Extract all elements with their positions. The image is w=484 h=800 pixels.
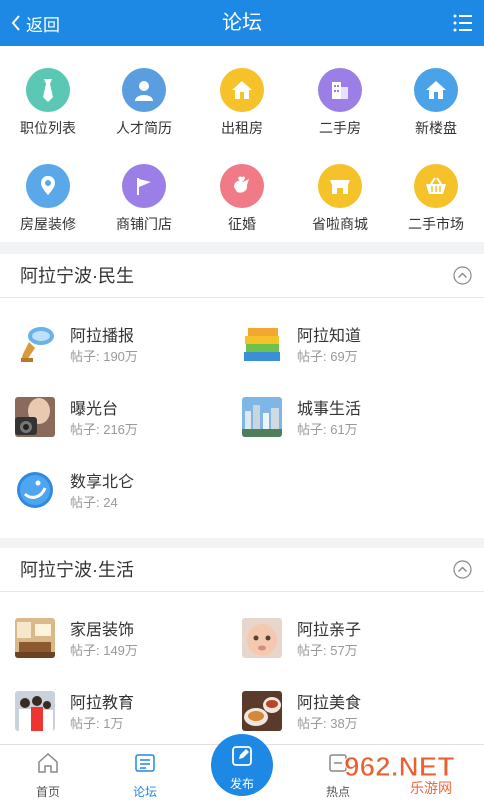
category-item-new-house[interactable]: 新楼盘 [388,46,484,138]
forum-item[interactable]: 阿拉播报 帖子: 190万 [15,320,241,380]
publish-label: 发布 [229,777,254,791]
megaphone-icon [21,327,54,362]
category-label: 二手市场 [408,216,464,232]
category-item-renovation[interactable]: 房屋装修 [0,142,96,234]
category-item-jobs[interactable]: 职位列表 [0,46,96,138]
forum-name: 曝光台 [70,401,119,418]
forum-post-count: 帖子: 24 [70,495,118,510]
forum-name: 城事生活 [297,401,362,418]
flag-icon [122,164,166,208]
students-icon [15,691,55,731]
forum-item[interactable]: 曝光台 帖子: 216万 [15,393,241,453]
watermark-sub: 乐游网 [410,781,452,796]
section-title: 阿拉宁波·民生 [20,266,134,286]
category-label: 房屋装修 [20,216,76,232]
forum-name: 阿拉知道 [297,328,362,345]
forum-name: 家居装饰 [70,622,135,639]
city-icon [242,397,282,437]
category-item-mall[interactable]: 省啦商城 [292,142,388,234]
tab-home[interactable]: 首页 [0,745,96,800]
camera-icon [15,397,55,437]
forum-icon [135,754,155,772]
forum-name: 阿拉美食 [297,695,362,712]
forum-item[interactable]: 家居装饰 帖子: 149万 [15,614,241,674]
forum-item[interactable]: 阿拉知道 帖子: 69万 [242,320,468,380]
category-label: 人才简历 [116,120,172,136]
forum-post-count: 帖子: 216万 [70,422,138,437]
top-bar: 返回 论坛 [0,0,484,46]
forum-post-count: 帖子: 1万 [70,716,124,731]
section-minsheng: 阿拉宁波·民生 阿拉播报 帖子: 190万 阿拉知道 帖子: 69万 曝光台 帖… [0,254,484,538]
category-label: 商铺门店 [116,216,172,232]
category-item-flea-market[interactable]: 二手市场 [388,142,484,234]
tab-forum[interactable]: 论坛 [97,745,193,800]
category-label: 出租房 [221,120,263,136]
category-label: 新楼盘 [415,120,457,136]
forum-post-count: 帖子: 190万 [70,349,138,364]
collapse-icon[interactable] [453,266,472,285]
category-label: 二手房 [319,120,361,136]
books-icon [244,328,280,361]
watermark-logo: 962.NET 乐游网 [344,751,456,797]
section-header[interactable]: 阿拉宁波·民生 [0,254,484,298]
person-icon [122,68,166,112]
baby-icon [242,618,282,658]
forum-name: 阿拉亲子 [297,622,362,639]
category-item-resume[interactable]: 人才简历 [96,46,192,138]
section-header[interactable]: 阿拉宁波·生活 [0,548,484,592]
section-title: 阿拉宁波·生活 [20,560,134,580]
category-item-shops[interactable]: 商铺门店 [96,142,192,234]
building-icon [318,68,362,112]
home-icon [38,752,58,773]
forum-post-count: 帖子: 69万 [297,349,358,364]
category-item-rent[interactable]: 出租房 [194,46,290,138]
publish-button[interactable]: 发布 [211,734,273,796]
forum-item[interactable]: 阿拉教育 帖子: 1万 [15,687,241,747]
forum-item[interactable]: 阿拉亲子 帖子: 57万 [242,614,468,674]
house-icon [220,68,264,112]
category-label: 征婚 [228,216,256,232]
forum-post-count: 帖子: 57万 [297,643,358,658]
watermark-main: 962.NET [344,751,455,782]
forum-post-count: 帖子: 61万 [297,422,358,437]
edit-icon [232,746,252,766]
forum-item[interactable]: 数享北仑 帖子: 24 [15,466,241,526]
tab-label: 论坛 [132,785,157,799]
new-house-icon [414,68,458,112]
forum-item[interactable]: 阿拉美食 帖子: 38万 [242,687,468,747]
category-item-marriage[interactable]: 征婚 [194,142,290,234]
tie-icon [26,68,70,112]
forum-name: 阿拉播报 [70,328,135,345]
collapse-icon[interactable] [453,560,472,579]
app-logo-icon [17,472,53,508]
menu-icon[interactable] [452,12,474,34]
category-label: 省啦商城 [312,216,368,232]
category-grid: 职位列表 人才简历 出租房 二手房 新楼盘 房屋装修 商铺门店 征婚 省啦商城 … [0,46,484,242]
forum-name: 数享北仑 [70,474,135,491]
tab-label: 首页 [35,785,60,799]
location-pin-icon [26,164,70,208]
food-icon [242,691,282,731]
category-label: 职位列表 [20,120,76,136]
basket-icon [414,164,458,208]
bird-icon [220,164,264,208]
page-title: 论坛 [222,12,262,34]
section-shenghuo: 阿拉宁波·生活 家居装饰 帖子: 149万 阿拉亲子 帖子: 57万 阿拉教育 … [0,548,484,744]
shop-icon [318,164,362,208]
living-room-icon [15,618,55,658]
forum-item[interactable]: 城事生活 帖子: 61万 [242,393,468,453]
category-item-secondhand-house[interactable]: 二手房 [292,46,388,138]
forum-post-count: 帖子: 38万 [297,716,358,731]
forum-post-count: 帖子: 149万 [70,643,138,658]
forum-name: 阿拉教育 [70,695,135,712]
